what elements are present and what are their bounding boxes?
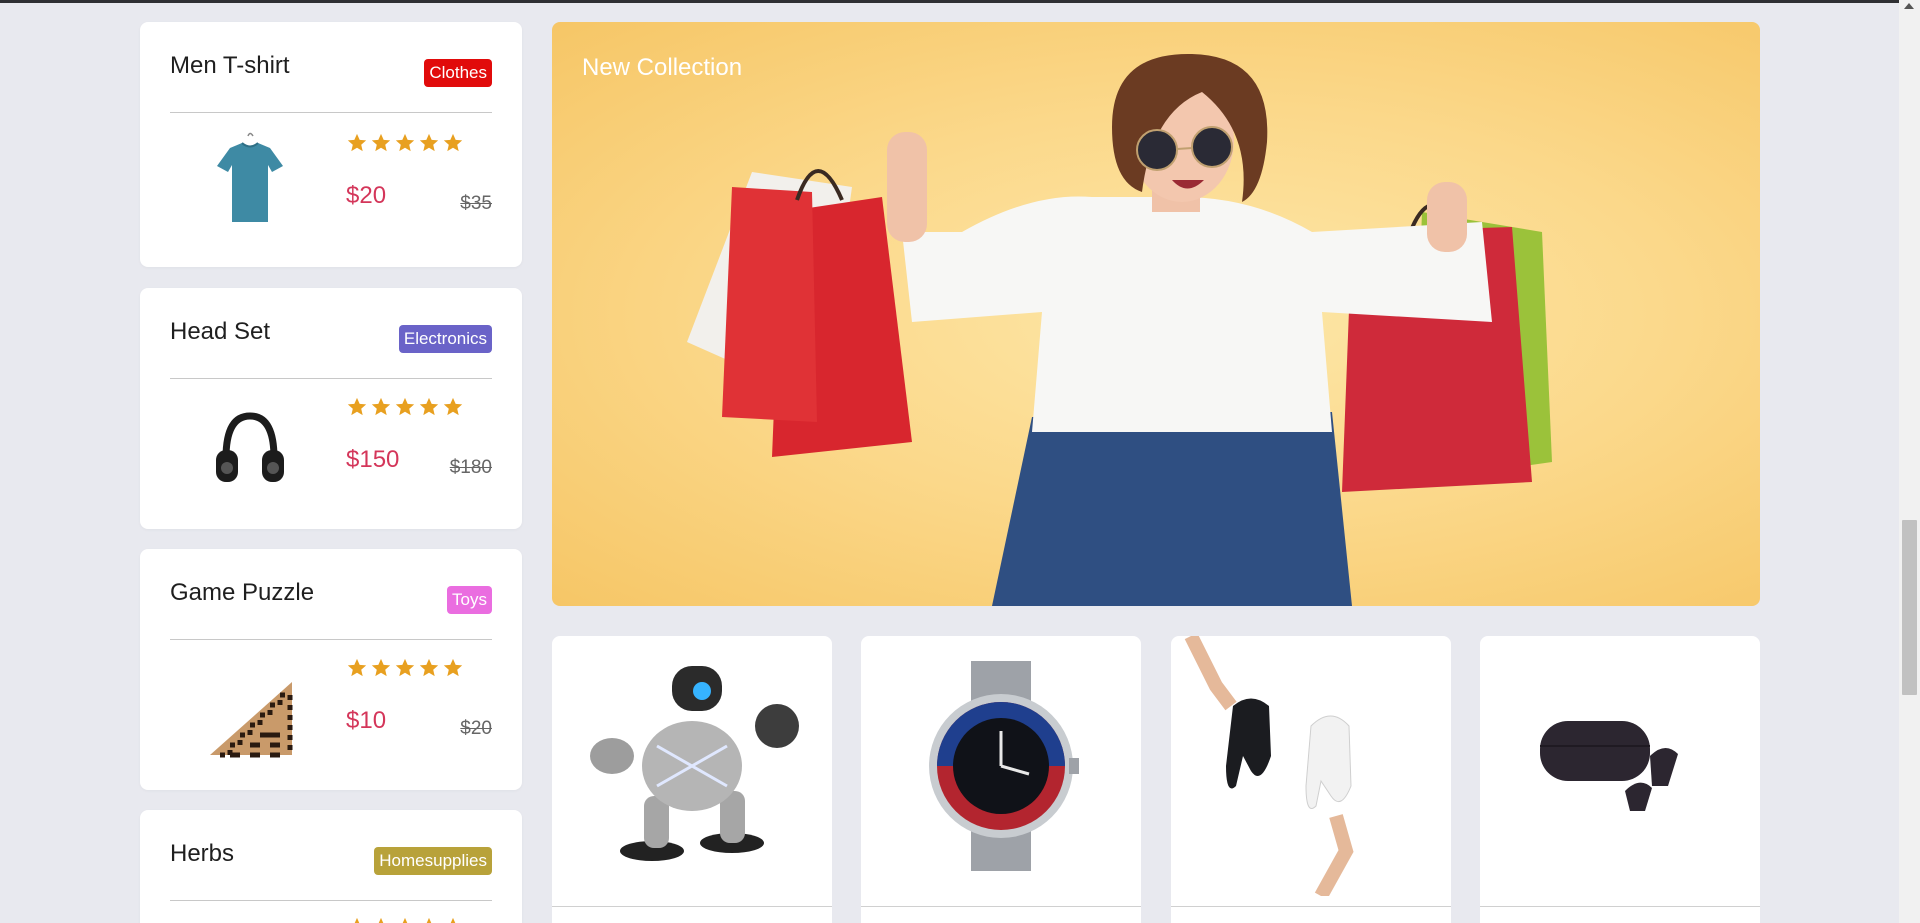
star-icon: [402, 917, 408, 923]
product-card-herbs[interactable]: Herbs Homesupplies: [140, 810, 522, 923]
hero-banner[interactable]: New Collection: [552, 22, 1760, 606]
rating-stars: [346, 657, 464, 679]
card-divider: [170, 378, 492, 379]
star-icon: [371, 397, 391, 416]
tile-divider: [552, 906, 832, 907]
price: $10: [346, 707, 387, 734]
product-tile-earbuds[interactable]: [1480, 636, 1760, 923]
product-card-game-puzzle[interactable]: Game Puzzle Toys $10 $20: [140, 549, 522, 790]
robot-toy-image: [590, 666, 799, 861]
category-badge[interactable]: Homesupplies: [374, 847, 492, 875]
product-tile-robot[interactable]: [552, 636, 832, 923]
star-icon: [419, 133, 439, 152]
scroll-thumb[interactable]: [1902, 520, 1917, 695]
tile-divider: [1480, 906, 1760, 907]
star-icon: [347, 397, 367, 416]
rating-stars: [346, 916, 464, 923]
wrist-watch-image: [929, 661, 1079, 871]
product-title: Game Puzzle: [170, 579, 315, 606]
old-price: $180: [449, 457, 492, 478]
old-price: $35: [460, 193, 492, 214]
card-divider: [170, 639, 492, 640]
product-card-men-tshirt[interactable]: Men T-shirt Clothes $20 $35: [140, 22, 522, 267]
star-icon: [443, 397, 463, 416]
card-divider: [170, 900, 492, 901]
star-icon: [354, 917, 360, 923]
product-title: Men T-shirt: [170, 52, 290, 79]
category-badge[interactable]: Electronics: [398, 325, 492, 353]
rating-stars: [346, 396, 464, 418]
category-badge[interactable]: Clothes: [424, 59, 492, 87]
price: $150: [346, 446, 400, 473]
game-controllers-image: [1184, 636, 1354, 896]
tshirt-image[interactable]: [190, 130, 310, 235]
star-icon: [443, 658, 463, 677]
star-icon: [450, 917, 456, 923]
star-icon: [395, 133, 415, 152]
product-tile-controllers[interactable]: [1171, 636, 1451, 923]
scroll-up-arrow-icon[interactable]: [1904, 3, 1914, 9]
price: $20: [346, 182, 387, 209]
product-card-head-set[interactable]: Head Set Electronics $150 $180: [140, 288, 522, 529]
star-icon: [419, 397, 439, 416]
star-icon: [395, 397, 415, 416]
category-badge[interactable]: Toys: [447, 586, 492, 614]
star-icon: [395, 658, 415, 677]
star-icon: [378, 917, 384, 923]
product-title: Herbs: [170, 840, 235, 867]
star-icon: [426, 917, 432, 923]
star-icon: [419, 658, 439, 677]
woman-with-shopping-bags-image: [687, 53, 1552, 606]
top-border: [0, 0, 1920, 3]
star-icon: [371, 133, 391, 152]
card-divider: [170, 112, 492, 113]
tile-divider: [1171, 906, 1451, 907]
puzzle-image[interactable]: [190, 657, 310, 762]
product-tile-watch[interactable]: [861, 636, 1141, 923]
star-icon: [347, 133, 367, 152]
star-icon: [443, 133, 463, 152]
star-icon: [347, 658, 367, 677]
product-title: Head Set: [170, 318, 271, 345]
headphones-image[interactable]: [190, 396, 310, 501]
tile-divider: [861, 906, 1141, 907]
page-scrollbar[interactable]: [1899, 0, 1920, 923]
wireless-earbuds-image: [1540, 721, 1678, 811]
rating-stars: [346, 132, 464, 154]
hero-title: New Collection: [582, 54, 743, 81]
old-price: $20: [460, 718, 492, 739]
star-icon: [371, 658, 391, 677]
